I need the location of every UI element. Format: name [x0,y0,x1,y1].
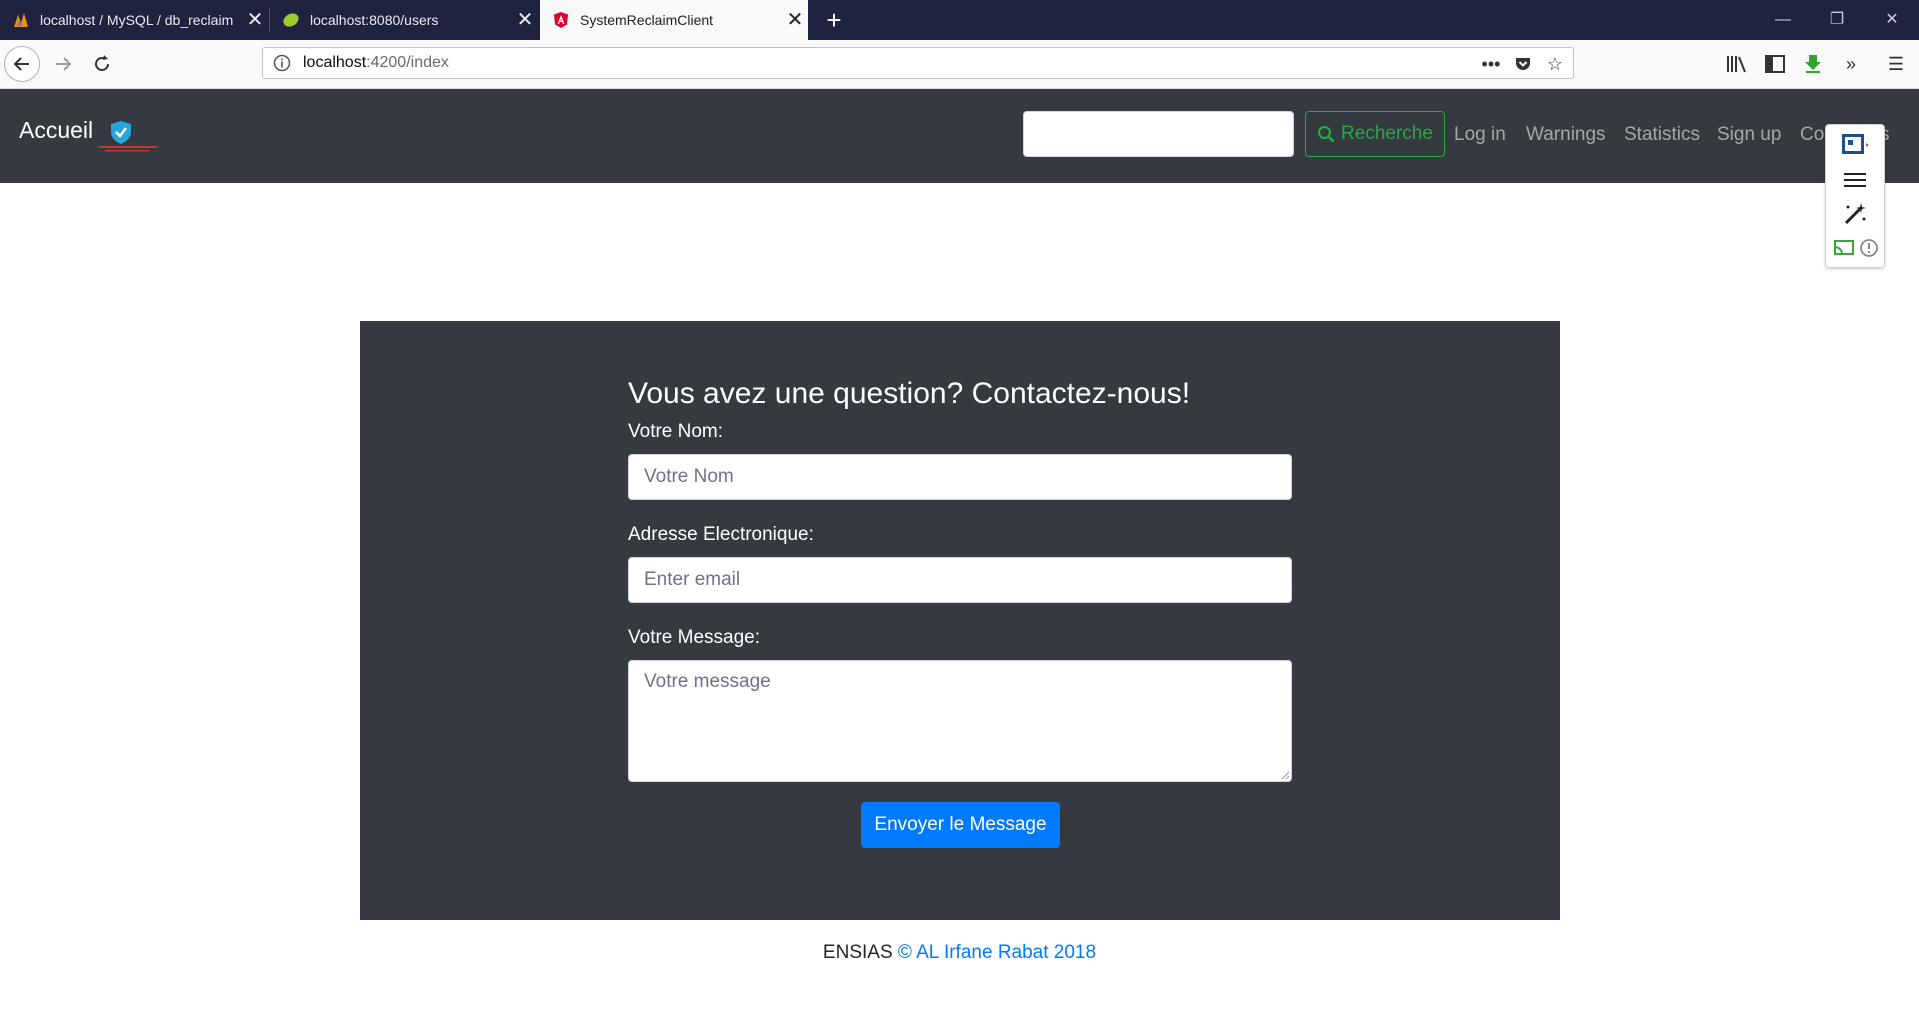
browser-toolbar: localhost:4200/index ••• ☆ » ☰ [0,40,1919,89]
reload-button[interactable] [84,46,120,82]
nav-link-signup[interactable]: Sign up [1717,124,1781,146]
url-path: :4200/index [366,54,449,71]
tab-title: localhost / MySQL / db_reclaim [40,12,234,28]
search-icon [1317,125,1335,143]
message-label: Votre Message: [628,627,761,648]
search-button-label: Recherche [1341,123,1433,144]
download-icon[interactable] [1799,50,1827,78]
library-icon[interactable] [1723,50,1751,78]
url-bar[interactable]: localhost:4200/index ••• ☆ [262,47,1574,79]
close-tab-icon[interactable]: ✕ [512,10,538,30]
contact-section: Vous avez une question? Contactez-nous! … [360,321,1560,920]
back-arrow-icon [13,57,29,71]
url-host: localhost [303,54,367,71]
cast-warning-icon[interactable] [1830,235,1880,261]
footer-link[interactable]: © AL Irfane Rabat 2018 [898,942,1096,963]
restore-icon[interactable]: ❐ [1810,0,1864,40]
minimize-icon[interactable]: — [1756,0,1810,40]
new-tab-button[interactable]: + [818,4,850,36]
pocket-icon[interactable] [1511,52,1535,76]
name-label: Votre Nom: [628,421,724,442]
app-navbar: Accueil Recherche Log in Warnings Statis… [0,89,1919,183]
nav-link-login[interactable]: Log in [1454,124,1506,146]
name-input[interactable] [628,454,1292,500]
phpmyadmin-icon [14,13,28,27]
close-tab-icon[interactable]: ✕ [242,10,268,30]
reload-icon [95,55,109,71]
tab-title: SystemReclaimClient [580,12,714,28]
magic-wand-icon[interactable] [1840,201,1870,227]
close-tab-icon[interactable]: ✕ [782,10,808,30]
nav-link-statistics[interactable]: Statistics [1624,124,1700,146]
nav-link-contact-partial[interactable]: Co [1800,124,1824,146]
close-window-icon[interactable]: ✕ [1865,0,1919,40]
forward-arrow-icon [56,57,72,71]
browser-tab-bar: localhost / MySQL / db_reclaim ✕ localho… [0,0,1919,40]
tab-phpmyadmin[interactable]: localhost / MySQL / db_reclaim ✕ [0,0,268,40]
email-input[interactable] [628,557,1292,603]
url-text[interactable]: localhost:4200/index [303,54,449,72]
tab-title: localhost:8080/users [310,12,439,28]
screen-capture-icon[interactable] [1840,132,1870,158]
back-button[interactable] [4,46,40,82]
extension-panel [1825,124,1885,268]
sidebar-icon[interactable] [1761,50,1789,78]
overflow-chevron-icon[interactable]: » [1837,50,1865,78]
nav-link-warnings[interactable]: Warnings [1526,124,1606,146]
contact-title: Vous avez une question? Contactez-nous! [628,377,1191,410]
tab-systemreclaimclient[interactable]: SystemReclaimClient ✕ [540,0,808,40]
info-icon[interactable] [273,54,291,72]
email-label: Adresse Electronique: [628,524,814,545]
message-textarea[interactable] [628,660,1292,782]
search-button[interactable]: Recherche [1305,111,1445,157]
tab-users[interactable]: localhost:8080/users ✕ [270,0,538,40]
spring-leaf-icon [283,13,299,27]
resize-grip-icon[interactable] [1278,768,1290,780]
search-input[interactable] [1023,111,1294,157]
page-actions-icon[interactable]: ••• [1479,52,1503,76]
footer-text: ENSIAS [822,942,893,963]
footer: ENSIAS © AL Irfane Rabat 2018 [0,942,1919,964]
shield-logo-icon [99,121,157,152]
angular-icon [554,12,568,28]
brand-link[interactable]: Accueil [19,117,93,144]
bookmark-star-icon[interactable]: ☆ [1543,52,1567,76]
hamburger-menu-icon[interactable]: ☰ [1882,50,1910,78]
send-message-button[interactable]: Envoyer le Message [861,802,1060,848]
menu-lines-icon[interactable] [1840,167,1870,193]
forward-button[interactable] [45,46,81,82]
